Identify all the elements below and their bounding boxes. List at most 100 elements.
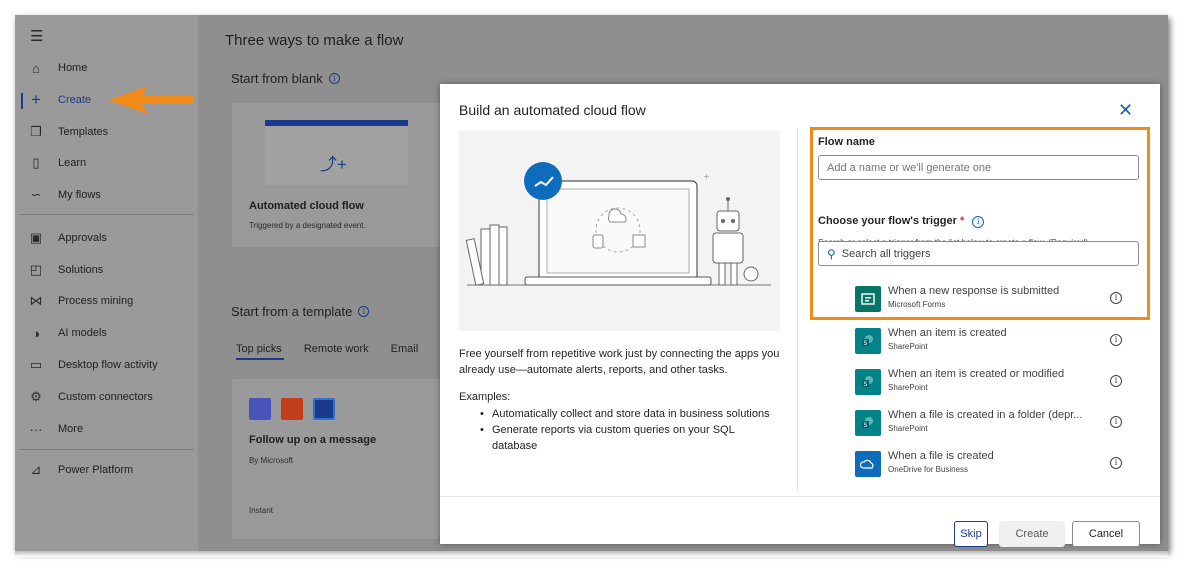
- section-title-blank: Start from blank i: [231, 71, 340, 86]
- sidebar-item-label: More: [58, 423, 84, 435]
- sharepoint-icon: S: [855, 369, 881, 395]
- sidebar-item-label: Home: [58, 62, 88, 74]
- sidebar-item-learn[interactable]: ▯ Learn: [15, 149, 198, 177]
- svg-text:+: +: [703, 172, 710, 181]
- sidebar-item-power-platform[interactable]: ⊿ Power Platform: [15, 456, 198, 484]
- examples-list: Automatically collect and store data in …: [480, 406, 780, 454]
- card-title: Follow up on a message: [249, 434, 377, 446]
- automated-flow-icon: ⤴+: [320, 155, 347, 174]
- dialog-title: Build an automated cloud flow: [459, 102, 646, 118]
- tab-underline: [236, 358, 284, 360]
- page-title: Three ways to make a flow: [225, 32, 404, 49]
- dialog-description: Free yourself from repetitive work just …: [459, 348, 780, 376]
- sidebar-divider: [19, 214, 194, 215]
- section-title-template: Start from a template i: [231, 304, 370, 319]
- skip-button[interactable]: Skip: [954, 521, 988, 547]
- ai-models-icon: ◑: [32, 325, 40, 341]
- section-title-text: Start from blank: [231, 71, 323, 86]
- vertical-divider: [797, 128, 798, 490]
- sidebar-item-process-mining[interactable]: ⋈ Process mining: [15, 287, 198, 315]
- sidebar-item-templates[interactable]: ❒ Templates: [15, 118, 198, 146]
- svg-text:S: S: [864, 381, 868, 388]
- trigger-option[interactable]: S When an item is created or modified Sh…: [855, 364, 1155, 400]
- trigger-source: OneDrive for Business: [888, 465, 969, 474]
- laptop-illustration: +: [465, 162, 771, 286]
- sharepoint-icon: S: [855, 328, 881, 354]
- process-mining-icon: ⋈: [29, 293, 43, 308]
- card-author: By Microsoft: [249, 456, 294, 465]
- sidebar-item-label: Custom connectors: [58, 391, 153, 403]
- info-icon[interactable]: i: [328, 73, 340, 84]
- orange-arrow-icon: [108, 86, 194, 114]
- hamburger-menu-icon[interactable]: ☰: [30, 27, 43, 45]
- sidebar-item-label: Desktop flow activity: [58, 359, 158, 371]
- highlight-box: [810, 127, 1150, 320]
- examples-label: Examples:: [459, 391, 511, 403]
- list-item: Automatically collect and store data in …: [480, 406, 780, 422]
- office-icon: [281, 398, 303, 420]
- tab-top-picks[interactable]: Top picks: [236, 343, 282, 355]
- solutions-icon: ◰: [29, 262, 43, 277]
- hourglass-icon: [313, 398, 335, 420]
- flow-icon: ∽: [30, 187, 42, 202]
- sidebar-item-more[interactable]: ··· More: [15, 415, 198, 443]
- sidebar-item-label: AI models: [58, 327, 107, 339]
- info-icon[interactable]: i: [1110, 334, 1122, 346]
- sidebar-item-label: Power Platform: [58, 464, 134, 476]
- plus-icon: +: [31, 90, 41, 109]
- trigger-option[interactable]: When a file is created OneDrive for Busi…: [855, 446, 1155, 482]
- onedrive-icon: [855, 451, 881, 477]
- tab-email[interactable]: Email: [391, 343, 419, 355]
- sidebar-item-home[interactable]: ⌂ Home: [15, 54, 198, 82]
- template-tabs: Top picks Remote work Email: [236, 343, 440, 355]
- cancel-button[interactable]: Cancel: [1072, 521, 1140, 547]
- trigger-source: SharePoint: [888, 383, 928, 392]
- sidebar-item-solutions[interactable]: ◰ Solutions: [15, 256, 198, 284]
- svg-text:S: S: [864, 422, 868, 429]
- sidebar-divider: [19, 449, 194, 450]
- sidebar-item-label: Learn: [58, 157, 87, 169]
- trigger-option[interactable]: S When a file is created in a folder (de…: [855, 405, 1155, 441]
- illustration: +: [459, 131, 780, 331]
- create-button[interactable]: Create: [999, 521, 1065, 547]
- automated-flow-card[interactable]: ⤴+ Automated cloud flow Triggered by a d…: [232, 103, 440, 247]
- sidebar-item-desktop-flow-activity[interactable]: ▭ Desktop flow activity: [15, 351, 198, 379]
- tab-remote-work[interactable]: Remote work: [304, 343, 369, 355]
- trigger-source: SharePoint: [888, 424, 928, 433]
- power-platform-icon: ⊿: [30, 462, 42, 477]
- sidebar-item-label: Templates: [58, 126, 109, 138]
- template-card[interactable]: Follow up on a message By Microsoft Inst…: [232, 379, 440, 539]
- connector-icon: ⚙: [30, 389, 42, 404]
- card-type: Instant: [249, 506, 274, 515]
- desktop-flow-icon: ▭: [29, 357, 43, 372]
- frame-shadow: [15, 551, 1168, 557]
- trigger-name: When a file is created in a folder (depr…: [888, 409, 1083, 421]
- templates-icon: ❒: [30, 124, 42, 139]
- sidebar-item-label: Process mining: [58, 295, 134, 307]
- info-icon[interactable]: i: [1110, 457, 1122, 469]
- trigger-name: When a file is created: [888, 450, 994, 462]
- trigger-source: SharePoint: [888, 342, 928, 351]
- trigger-name: When an item is created or modified: [888, 368, 1065, 380]
- sidebar-item-my-flows[interactable]: ∽ My flows: [15, 181, 198, 209]
- more-icon: ···: [29, 421, 43, 437]
- trigger-name: When an item is created: [888, 327, 1007, 339]
- info-icon[interactable]: i: [1110, 375, 1122, 387]
- teams-icon: [249, 398, 271, 420]
- sharepoint-icon: S: [855, 410, 881, 436]
- footer-divider: [440, 496, 1160, 497]
- section-title-text: Start from a template: [231, 304, 353, 319]
- info-icon[interactable]: i: [358, 306, 370, 317]
- sidebar-item-custom-connectors[interactable]: ⚙ Custom connectors: [15, 383, 198, 411]
- approvals-icon: ▣: [29, 230, 43, 245]
- sidebar-item-approvals[interactable]: ▣ Approvals: [15, 224, 198, 252]
- list-item: Generate reports via custom queries on y…: [480, 422, 780, 454]
- sidebar-item-ai-models[interactable]: ◑ AI models: [15, 319, 198, 347]
- close-icon[interactable]: ✕: [1118, 100, 1133, 121]
- sidebar-item-label: Solutions: [58, 264, 104, 276]
- card-subtitle: Triggered by a designated event.: [249, 221, 366, 230]
- trigger-option[interactable]: S When an item is created SharePoint i: [855, 323, 1155, 359]
- info-icon[interactable]: i: [1110, 416, 1122, 428]
- sidebar-item-label: Create: [58, 94, 92, 106]
- sidebar-item-label: Approvals: [58, 232, 107, 244]
